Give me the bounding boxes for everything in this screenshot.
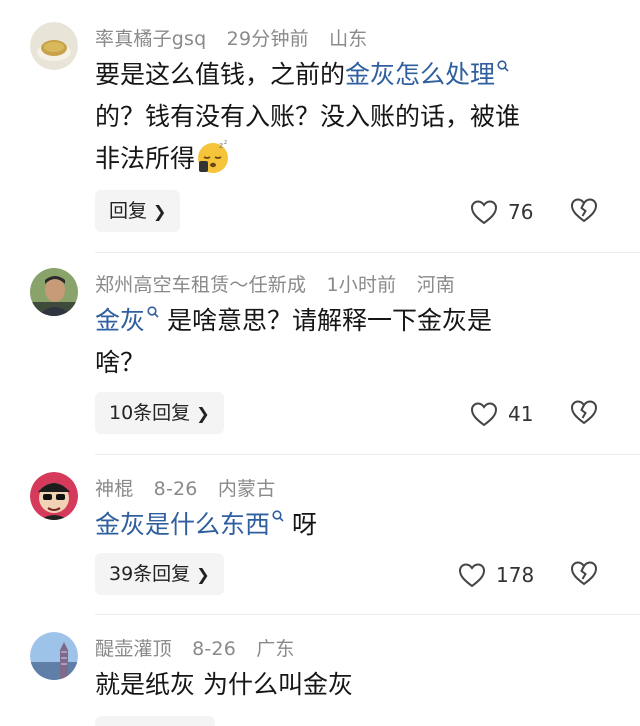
comment-meta: 醍壶灌顶 8-26 广东: [95, 634, 309, 661]
dislike-button[interactable]: [570, 197, 600, 227]
avatar[interactable]: [30, 268, 78, 316]
avatar[interactable]: [30, 22, 78, 70]
username[interactable]: 郑州高空车租赁～任新成: [95, 274, 306, 296]
reply-button-partial[interactable]: [95, 716, 215, 726]
comment-meta: 郑州高空车租赁～任新成 1小时前 河南: [95, 270, 469, 297]
text-segment: 啥？: [95, 348, 146, 377]
sleepy-face-emoji: z z: [195, 139, 231, 175]
text-segment: 要是这么值钱，之前的: [95, 60, 346, 89]
reply-button[interactable]: 10条回复 ❯: [95, 392, 224, 434]
search-icon: [147, 296, 159, 338]
search-icon: [497, 50, 509, 92]
location: 山东: [329, 28, 368, 50]
divider: [95, 252, 640, 253]
chevron-right-icon: ❯: [153, 202, 167, 221]
text-segment: 非法所得: [95, 144, 196, 173]
text-segment: 是啥意思？请解释一下金灰是: [166, 306, 492, 335]
comment-text: 金灰 是啥意思？请解释一下金灰是 啥？: [95, 300, 595, 384]
broken-heart-icon: [570, 561, 598, 586]
heart-outline-icon: [470, 200, 498, 225]
location: 河南: [416, 274, 455, 296]
username[interactable]: 神棍: [95, 478, 133, 500]
reply-button[interactable]: 回复 ❯: [95, 190, 181, 232]
heart-outline-icon: [470, 402, 498, 427]
timestamp: 8-26: [192, 638, 236, 660]
divider: [95, 454, 640, 455]
timestamp: 1小时前: [326, 274, 397, 296]
divider: [95, 614, 640, 615]
username[interactable]: 醍壶灌顶: [95, 638, 172, 660]
timestamp: 29分钟前: [226, 28, 309, 50]
comment-text: 金灰是什么东西 呀: [95, 504, 595, 546]
reply-label: 39条回复: [109, 563, 191, 585]
like-count: 178: [496, 563, 535, 587]
comment-text: 就是纸灰 为什么叫金灰: [95, 664, 595, 706]
dislike-button[interactable]: [570, 399, 600, 429]
like-button[interactable]: 41: [470, 399, 533, 429]
comment-meta: 神棍 8-26 内蒙古: [95, 474, 289, 501]
reply-button[interactable]: 39条回复 ❯: [95, 553, 224, 595]
reply-label: 回复: [109, 200, 148, 222]
reply-label: 10条回复: [109, 402, 191, 424]
chevron-right-icon: ❯: [196, 404, 210, 423]
like-count: 41: [508, 402, 534, 426]
like-count: 76: [508, 200, 534, 224]
chevron-right-icon: ❯: [196, 565, 210, 584]
heart-outline-icon: [458, 563, 486, 588]
username[interactable]: 率真橘子gsq: [95, 28, 206, 50]
text-segment: 呀: [291, 510, 317, 539]
broken-heart-icon: [570, 198, 598, 223]
like-button[interactable]: 76: [470, 197, 533, 227]
avatar[interactable]: [30, 472, 78, 520]
svg-text:z: z: [219, 141, 223, 150]
search-icon: [272, 500, 284, 542]
keyword-link[interactable]: 金灰怎么处理: [345, 60, 495, 89]
location: 广东: [256, 638, 295, 660]
text-segment: 的？钱有没有入账？没入账的话，被谁: [95, 102, 521, 131]
avatar[interactable]: [30, 632, 78, 680]
svg-text:z: z: [224, 139, 227, 146]
dislike-button[interactable]: [570, 560, 600, 590]
text-segment: 就是纸灰 为什么叫金灰: [95, 670, 353, 699]
keyword-link[interactable]: 金灰是什么东西: [95, 510, 270, 539]
comment-meta: 率真橘子gsq 29分钟前 山东: [95, 24, 382, 51]
location: 内蒙古: [217, 478, 276, 500]
timestamp: 8-26: [153, 478, 198, 500]
comment-text: 要是这么值钱，之前的金灰怎么处理 的？钱有没有入账？没入账的话，被谁 非法所得 …: [95, 54, 595, 180]
broken-heart-icon: [570, 400, 598, 425]
keyword-link[interactable]: 金灰: [95, 306, 145, 335]
like-button[interactable]: 178: [458, 560, 534, 590]
